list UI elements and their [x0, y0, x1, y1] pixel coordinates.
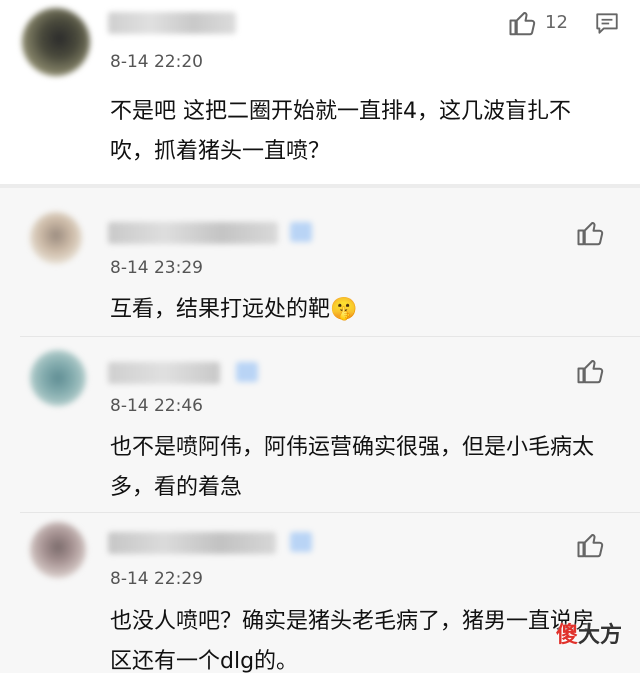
- thumbs-up-icon: [509, 12, 536, 36]
- username-blurred[interactable]: [108, 12, 236, 34]
- watermark: 傻大方: [556, 617, 622, 649]
- user-badge: [236, 362, 258, 382]
- reply-time: 8-14 22:29: [110, 569, 203, 589]
- user-badge: [290, 532, 312, 552]
- watermark-char: 傻: [555, 623, 578, 648]
- thumbs-up-icon: [577, 222, 604, 246]
- username-blurred[interactable]: [108, 222, 278, 244]
- avatar[interactable]: [30, 350, 86, 406]
- watermark-text: 大方: [577, 623, 622, 648]
- like-button[interactable]: [576, 356, 606, 386]
- reply-text: 也不是喷阿伟，阿伟运营确实很强，但是小毛病太多，看的着急: [110, 435, 595, 500]
- comment-time: 8-14 22:20: [110, 52, 203, 72]
- divider: [20, 336, 640, 337]
- username-blurred[interactable]: [108, 362, 220, 384]
- like-count: 12: [545, 12, 568, 33]
- reply-text: 也没人喷吧？确实是猪头老毛病了，猪男一直说房区还有一个dlg的。: [110, 609, 595, 674]
- reply-text: 互看，结果打远处的靶🤫: [110, 297, 358, 322]
- avatar[interactable]: [30, 522, 86, 578]
- like-button[interactable]: [576, 218, 606, 248]
- username-blurred[interactable]: [108, 532, 276, 554]
- comment-icon: [596, 13, 618, 34]
- divider: [0, 184, 640, 188]
- thumbs-up-icon: [577, 360, 604, 384]
- thumbs-up-icon: [577, 534, 604, 558]
- divider: [20, 512, 640, 513]
- reply-button[interactable]: [594, 10, 620, 36]
- like-button[interactable]: [508, 8, 538, 38]
- reply-time: 8-14 22:46: [110, 396, 203, 416]
- like-button[interactable]: [576, 530, 606, 560]
- avatar[interactable]: [30, 212, 82, 264]
- user-badge: [290, 222, 312, 242]
- reply-time: 8-14 23:29: [110, 258, 203, 278]
- comment-text: 不是吧 这把二圈开始就一直排4，这几波盲扎不吹，抓着猪头一直喷？: [110, 99, 571, 164]
- avatar[interactable]: [22, 8, 90, 76]
- main-comment: 8-14 22:20 12 不是吧 这把二圈开始就一直排4，这几波盲扎不吹，抓着…: [0, 0, 640, 184]
